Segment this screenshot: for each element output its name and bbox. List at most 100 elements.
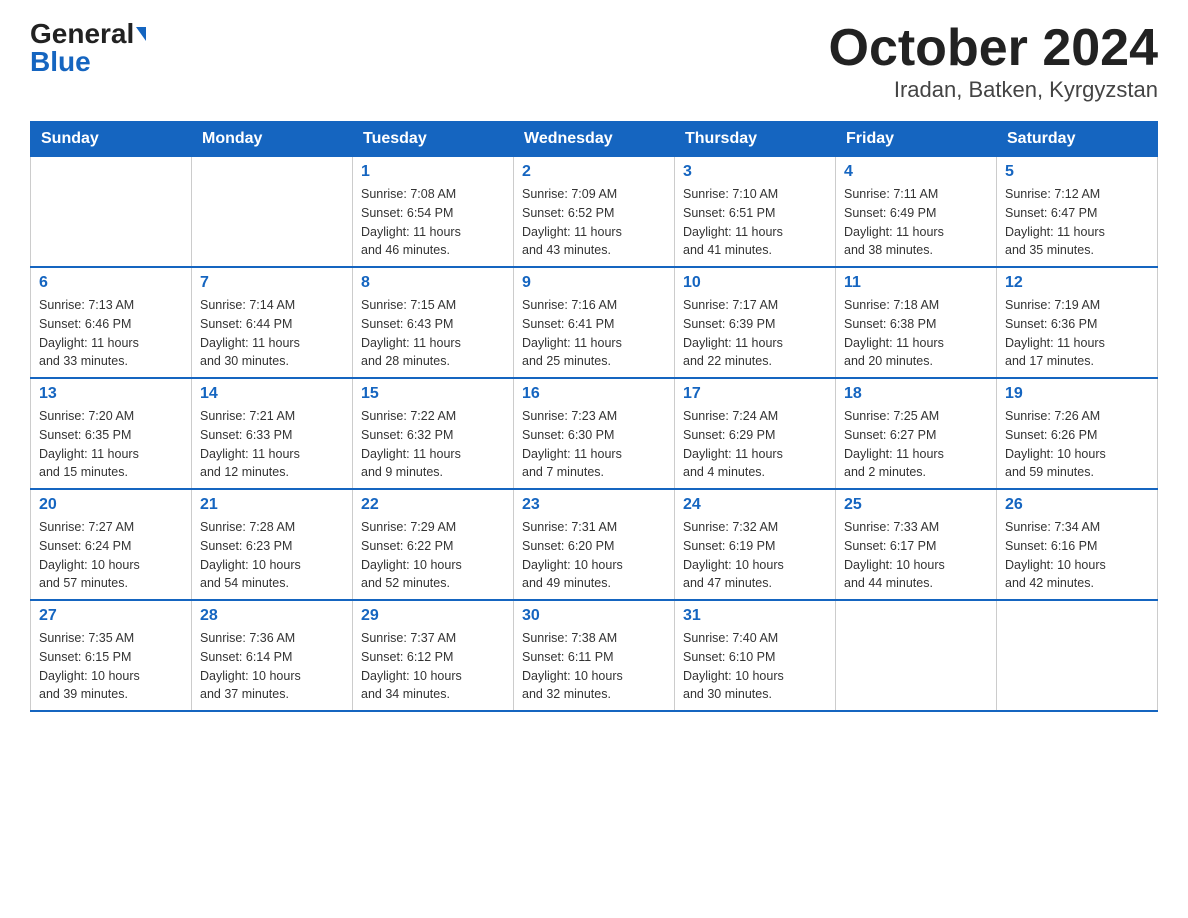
weekday-header-monday: Monday bbox=[192, 122, 353, 157]
calendar-cell: 5 Sunrise: 7:12 AM Sunset: 6:47 PM Daylig… bbox=[997, 157, 1158, 268]
day-number: 6 bbox=[39, 274, 183, 292]
weekday-header-thursday: Thursday bbox=[675, 122, 836, 157]
day-number: 7 bbox=[200, 274, 344, 292]
day-info: Sunrise: 7:22 AM Sunset: 6:32 PM Dayligh… bbox=[361, 407, 505, 482]
day-number: 20 bbox=[39, 496, 183, 514]
calendar-cell: 24Sunrise: 7:32 AM Sunset: 6:19 PM Dayli… bbox=[675, 489, 836, 600]
calendar-cell: 15 Sunrise: 7:22 AM Sunset: 6:32 PM Dayli… bbox=[353, 378, 514, 489]
calendar-cell: 28 Sunrise: 7:36 AM Sunset: 6:14 PM Dayli… bbox=[192, 600, 353, 711]
day-info: Sunrise: 7:23 AM Sunset: 6:30 PM Dayligh… bbox=[522, 407, 666, 482]
weekday-header-sunday: Sunday bbox=[31, 122, 192, 157]
calendar-cell: 27 Sunrise: 7:35 AM Sunset: 6:15 PM Dayli… bbox=[31, 600, 192, 711]
calendar-cell: 2 Sunrise: 7:09 AM Sunset: 6:52 PM Daylig… bbox=[514, 157, 675, 268]
day-number: 26 bbox=[1005, 496, 1149, 514]
day-info: Sunrise: 7:14 AM Sunset: 6:44 PM Dayligh… bbox=[200, 296, 344, 371]
calendar-cell: 9 Sunrise: 7:16 AM Sunset: 6:41 PM Daylig… bbox=[514, 267, 675, 378]
day-info: Sunrise: 7:21 AM Sunset: 6:33 PM Dayligh… bbox=[200, 407, 344, 482]
calendar-cell: 10 Sunrise: 7:17 AM Sunset: 6:39 PM Dayli… bbox=[675, 267, 836, 378]
calendar-cell: 16 Sunrise: 7:23 AM Sunset: 6:30 PM Dayli… bbox=[514, 378, 675, 489]
calendar-cell bbox=[997, 600, 1158, 711]
calendar-week-row: 27 Sunrise: 7:35 AM Sunset: 6:15 PM Dayli… bbox=[31, 600, 1158, 711]
calendar-cell: 1Sunrise: 7:08 AM Sunset: 6:54 PM Daylig… bbox=[353, 157, 514, 268]
calendar-cell: 20 Sunrise: 7:27 AM Sunset: 6:24 PM Dayli… bbox=[31, 489, 192, 600]
day-number: 10 bbox=[683, 274, 827, 292]
calendar-cell bbox=[836, 600, 997, 711]
logo-general: General bbox=[30, 20, 134, 48]
day-number: 5 bbox=[1005, 163, 1149, 181]
calendar-cell: 19Sunrise: 7:26 AM Sunset: 6:26 PM Dayli… bbox=[997, 378, 1158, 489]
day-info: Sunrise: 7:29 AM Sunset: 6:22 PM Dayligh… bbox=[361, 518, 505, 593]
calendar-cell: 8 Sunrise: 7:15 AM Sunset: 6:43 PM Daylig… bbox=[353, 267, 514, 378]
calendar-week-row: 1Sunrise: 7:08 AM Sunset: 6:54 PM Daylig… bbox=[31, 157, 1158, 268]
day-info: Sunrise: 7:35 AM Sunset: 6:15 PM Dayligh… bbox=[39, 629, 183, 704]
calendar-cell bbox=[31, 157, 192, 268]
calendar-cell: 4Sunrise: 7:11 AM Sunset: 6:49 PM Daylig… bbox=[836, 157, 997, 268]
day-info: Sunrise: 7:10 AM Sunset: 6:51 PM Dayligh… bbox=[683, 185, 827, 260]
calendar-cell: 3 Sunrise: 7:10 AM Sunset: 6:51 PM Daylig… bbox=[675, 157, 836, 268]
day-info: Sunrise: 7:34 AM Sunset: 6:16 PM Dayligh… bbox=[1005, 518, 1149, 593]
day-number: 16 bbox=[522, 385, 666, 403]
logo: General Blue bbox=[30, 20, 146, 76]
day-number: 12 bbox=[1005, 274, 1149, 292]
day-number: 13 bbox=[39, 385, 183, 403]
day-number: 23 bbox=[522, 496, 666, 514]
day-info: Sunrise: 7:15 AM Sunset: 6:43 PM Dayligh… bbox=[361, 296, 505, 371]
day-info: Sunrise: 7:16 AM Sunset: 6:41 PM Dayligh… bbox=[522, 296, 666, 371]
calendar-cell: 23 Sunrise: 7:31 AM Sunset: 6:20 PM Dayli… bbox=[514, 489, 675, 600]
logo-triangle-icon bbox=[136, 27, 146, 41]
day-number: 27 bbox=[39, 607, 183, 625]
day-info: Sunrise: 7:26 AM Sunset: 6:26 PM Dayligh… bbox=[1005, 407, 1149, 482]
calendar-cell: 14 Sunrise: 7:21 AM Sunset: 6:33 PM Dayli… bbox=[192, 378, 353, 489]
calendar-cell: 12 Sunrise: 7:19 AM Sunset: 6:36 PM Dayli… bbox=[997, 267, 1158, 378]
logo-blue: Blue bbox=[30, 48, 91, 76]
day-info: Sunrise: 7:17 AM Sunset: 6:39 PM Dayligh… bbox=[683, 296, 827, 371]
day-number: 21 bbox=[200, 496, 344, 514]
day-number: 30 bbox=[522, 607, 666, 625]
calendar-cell: 26 Sunrise: 7:34 AM Sunset: 6:16 PM Dayli… bbox=[997, 489, 1158, 600]
day-info: Sunrise: 7:13 AM Sunset: 6:46 PM Dayligh… bbox=[39, 296, 183, 371]
calendar-cell: 7 Sunrise: 7:14 AM Sunset: 6:44 PM Daylig… bbox=[192, 267, 353, 378]
calendar-week-row: 6 Sunrise: 7:13 AM Sunset: 6:46 PM Daylig… bbox=[31, 267, 1158, 378]
day-info: Sunrise: 7:08 AM Sunset: 6:54 PM Dayligh… bbox=[361, 185, 505, 260]
day-info: Sunrise: 7:36 AM Sunset: 6:14 PM Dayligh… bbox=[200, 629, 344, 704]
day-info: Sunrise: 7:40 AM Sunset: 6:10 PM Dayligh… bbox=[683, 629, 827, 704]
day-info: Sunrise: 7:11 AM Sunset: 6:49 PM Dayligh… bbox=[844, 185, 988, 260]
day-info: Sunrise: 7:37 AM Sunset: 6:12 PM Dayligh… bbox=[361, 629, 505, 704]
day-number: 15 bbox=[361, 385, 505, 403]
day-number: 28 bbox=[200, 607, 344, 625]
calendar-cell: 17Sunrise: 7:24 AM Sunset: 6:29 PM Dayli… bbox=[675, 378, 836, 489]
day-number: 24 bbox=[683, 496, 827, 514]
calendar-cell: 30Sunrise: 7:38 AM Sunset: 6:11 PM Dayli… bbox=[514, 600, 675, 711]
day-number: 9 bbox=[522, 274, 666, 292]
day-info: Sunrise: 7:20 AM Sunset: 6:35 PM Dayligh… bbox=[39, 407, 183, 482]
calendar-header-row: SundayMondayTuesdayWednesdayThursdayFrid… bbox=[31, 122, 1158, 157]
day-number: 22 bbox=[361, 496, 505, 514]
day-number: 18 bbox=[844, 385, 988, 403]
page-header: General Blue October 2024 Iradan, Batken… bbox=[30, 20, 1158, 103]
weekday-header-friday: Friday bbox=[836, 122, 997, 157]
weekday-header-wednesday: Wednesday bbox=[514, 122, 675, 157]
page-title: October 2024 bbox=[829, 20, 1159, 77]
title-block: October 2024 Iradan, Batken, Kyrgyzstan bbox=[829, 20, 1159, 103]
day-info: Sunrise: 7:25 AM Sunset: 6:27 PM Dayligh… bbox=[844, 407, 988, 482]
day-info: Sunrise: 7:31 AM Sunset: 6:20 PM Dayligh… bbox=[522, 518, 666, 593]
calendar-cell: 21Sunrise: 7:28 AM Sunset: 6:23 PM Dayli… bbox=[192, 489, 353, 600]
day-number: 17 bbox=[683, 385, 827, 403]
day-info: Sunrise: 7:19 AM Sunset: 6:36 PM Dayligh… bbox=[1005, 296, 1149, 371]
day-info: Sunrise: 7:09 AM Sunset: 6:52 PM Dayligh… bbox=[522, 185, 666, 260]
day-number: 3 bbox=[683, 163, 827, 181]
day-number: 2 bbox=[522, 163, 666, 181]
calendar-cell: 25Sunrise: 7:33 AM Sunset: 6:17 PM Dayli… bbox=[836, 489, 997, 600]
day-info: Sunrise: 7:18 AM Sunset: 6:38 PM Dayligh… bbox=[844, 296, 988, 371]
calendar-cell bbox=[192, 157, 353, 268]
day-number: 8 bbox=[361, 274, 505, 292]
day-number: 14 bbox=[200, 385, 344, 403]
calendar-cell: 29Sunrise: 7:37 AM Sunset: 6:12 PM Dayli… bbox=[353, 600, 514, 711]
weekday-header-saturday: Saturday bbox=[997, 122, 1158, 157]
calendar-cell: 13 Sunrise: 7:20 AM Sunset: 6:35 PM Dayli… bbox=[31, 378, 192, 489]
day-info: Sunrise: 7:12 AM Sunset: 6:47 PM Dayligh… bbox=[1005, 185, 1149, 260]
day-info: Sunrise: 7:27 AM Sunset: 6:24 PM Dayligh… bbox=[39, 518, 183, 593]
day-info: Sunrise: 7:33 AM Sunset: 6:17 PM Dayligh… bbox=[844, 518, 988, 593]
calendar-table: SundayMondayTuesdayWednesdayThursdayFrid… bbox=[30, 121, 1158, 712]
calendar-cell: 22 Sunrise: 7:29 AM Sunset: 6:22 PM Dayli… bbox=[353, 489, 514, 600]
